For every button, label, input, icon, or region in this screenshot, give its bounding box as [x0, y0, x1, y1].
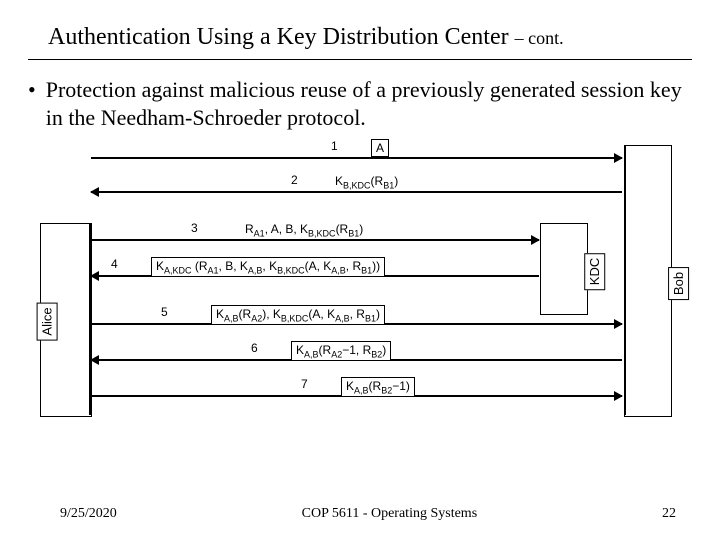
msg-2-label: KB,KDC(RB1) — [331, 173, 402, 191]
kdc-label: KDC — [584, 253, 605, 290]
bob-frame — [624, 145, 672, 417]
msg-5-label: KA,B(RA2), KB,KDC(A, KA,B, RB1) — [211, 305, 385, 325]
msg-5-num: 5 — [161, 305, 168, 319]
footer-page: 22 — [662, 506, 676, 522]
msg-3-label: RA1, A, B, KB,KDC(RB1) — [241, 221, 367, 239]
footer-course: COP 5611 - Operating Systems — [302, 506, 478, 522]
bob-lifeline — [624, 145, 626, 415]
bullet-item: • Protection against malicious reuse of … — [0, 60, 720, 131]
msg-4-arrow: 4 KA,KDC (RA1, B, KA,B, KB,KDC(A, KA,B, … — [91, 275, 539, 277]
msg-7-num: 7 — [301, 377, 308, 391]
msg-6-label: KA,B(RA2−1, RB2) — [291, 341, 391, 361]
bullet-text: Protection against malicious reuse of a … — [46, 76, 700, 131]
msg-2-num: 2 — [291, 173, 298, 187]
kdc-frame — [540, 223, 588, 315]
msg-7-label: KA,B(RB2−1) — [341, 377, 415, 397]
msg-4-num: 4 — [111, 257, 118, 271]
bullet-dot-icon: • — [28, 76, 46, 131]
footer-date: 9/25/2020 — [60, 506, 117, 522]
alice-label: Alice — [37, 302, 58, 340]
msg-6-num: 6 — [251, 341, 258, 355]
msg-6-arrow: 6 KA,B(RA2−1, RB2) — [91, 359, 622, 361]
msg-2-arrow: 2 KB,KDC(RB1) — [91, 191, 622, 193]
slide-title: Authentication Using a Key Distribution … — [0, 0, 720, 55]
alice-lifeline — [89, 223, 91, 415]
msg-1-label: A — [371, 139, 389, 157]
msg-3-arrow: 3 RA1, A, B, KB,KDC(RB1) — [91, 239, 539, 241]
slide-footer: 9/25/2020 COP 5611 - Operating Systems 2… — [0, 506, 720, 522]
msg-1-num: 1 — [331, 139, 338, 153]
msg-1-arrow: 1 A — [91, 157, 622, 159]
protocol-diagram: Alice KDC Bob 1 A 2 KB,KDC(RB1) 3 RA1, A… — [20, 145, 700, 445]
msg-5-arrow: 5 KA,B(RA2), KB,KDC(A, KA,B, RB1) — [91, 323, 622, 325]
title-cont: – cont. — [515, 28, 564, 48]
msg-4-label: KA,KDC (RA1, B, KA,B, KB,KDC(A, KA,B, RB… — [151, 257, 385, 277]
msg-3-num: 3 — [191, 221, 198, 235]
title-main: Authentication Using a Key Distribution … — [48, 24, 509, 50]
bob-label: Bob — [668, 267, 689, 300]
msg-7-arrow: 7 KA,B(RB2−1) — [91, 395, 622, 397]
